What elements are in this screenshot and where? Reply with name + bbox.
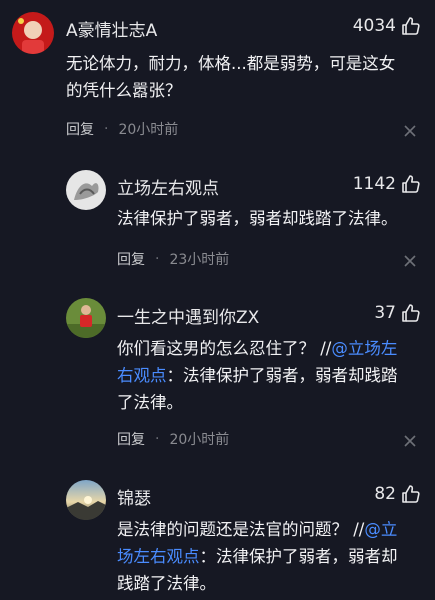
close-icon[interactable] bbox=[403, 434, 417, 448]
reply-button[interactable]: 回复 bbox=[66, 119, 94, 139]
comment-text: 是法律的问题还是法官的问题？ //@立 场左右观点：法律保护了弱者，弱者却 践踏… bbox=[117, 520, 398, 593]
like-count: 82 bbox=[374, 484, 396, 504]
reply-button[interactable]: 回复 bbox=[117, 429, 145, 449]
comment-meta: 回复 · 23小时前 bbox=[117, 249, 230, 269]
like-button[interactable]: 82 bbox=[374, 484, 421, 504]
avatar[interactable] bbox=[66, 298, 106, 338]
username[interactable]: 一生之中遇到你ZX bbox=[117, 303, 259, 328]
comment-text: 你们看这男的怎么忍住了？ //@立场左 右观点：法律保护了弱者，弱者却践踏 了法… bbox=[117, 339, 398, 412]
like-count: 4034 bbox=[352, 16, 396, 36]
username[interactable]: 立场左右观点 bbox=[117, 174, 219, 199]
timestamp: 20小时前 bbox=[118, 122, 179, 138]
mention-link[interactable]: @立 bbox=[364, 520, 397, 539]
timestamp: 23小时前 bbox=[169, 252, 230, 268]
thumbs-up-icon bbox=[402, 485, 420, 503]
mention-link[interactable]: 场左右观点 bbox=[117, 547, 200, 566]
username[interactable]: 锦瑟 bbox=[117, 484, 151, 509]
like-button[interactable]: 37 bbox=[374, 303, 421, 323]
comment-text: 无论体力，耐力，体格...都是弱势，可是这女 的凭什么嚣张？ bbox=[66, 54, 396, 100]
like-button[interactable]: 1142 bbox=[353, 174, 421, 194]
timestamp: 20小时前 bbox=[169, 432, 230, 448]
thumbs-up-icon bbox=[402, 304, 420, 322]
close-icon[interactable] bbox=[403, 254, 417, 268]
comment-meta: 回复 · 20小时前 bbox=[117, 429, 230, 449]
avatar[interactable] bbox=[66, 480, 106, 520]
reply-button[interactable]: 回复 bbox=[117, 249, 145, 269]
comment-meta: 回复 · 20小时前 bbox=[66, 119, 179, 139]
comment-text: 法律保护了弱者，弱者却践踏了法律。 bbox=[117, 209, 398, 228]
thumbs-up-icon bbox=[402, 17, 420, 35]
avatar[interactable] bbox=[66, 170, 106, 210]
like-count: 37 bbox=[374, 303, 396, 323]
like-button[interactable]: 4034 bbox=[353, 16, 421, 36]
avatar[interactable] bbox=[12, 12, 54, 54]
like-count: 1142 bbox=[352, 174, 396, 194]
mention-link[interactable]: @立场左 bbox=[331, 339, 397, 358]
thumbs-up-icon bbox=[402, 175, 420, 193]
mention-link[interactable]: 右观点 bbox=[117, 366, 167, 385]
username[interactable]: A豪情壮志A bbox=[66, 16, 157, 41]
close-icon[interactable] bbox=[403, 124, 417, 138]
